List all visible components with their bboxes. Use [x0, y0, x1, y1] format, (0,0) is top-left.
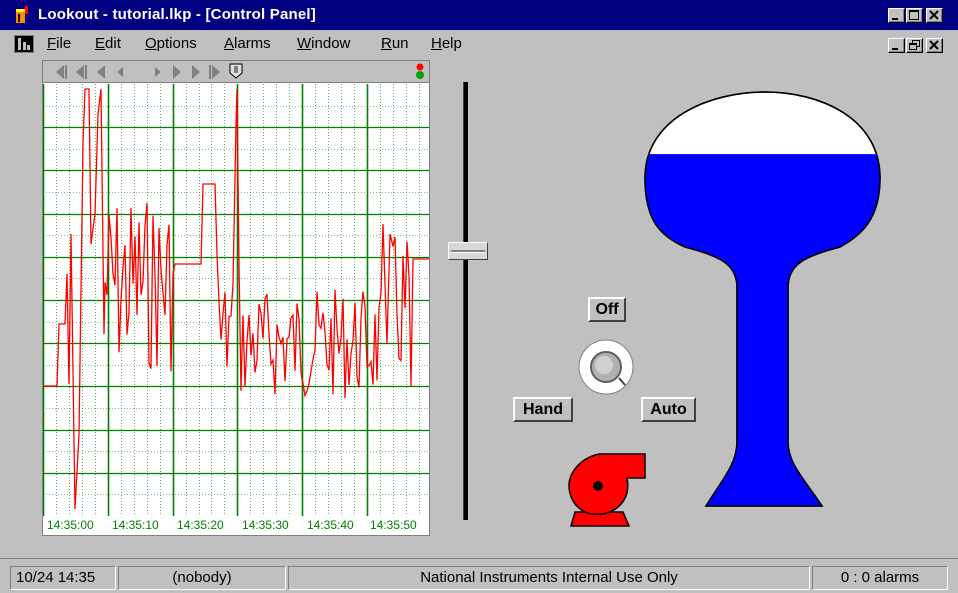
status-user: (nobody): [118, 566, 286, 590]
menu-options[interactable]: Options: [145, 35, 197, 52]
menu-run[interactable]: Run: [381, 35, 409, 52]
trend-toolbar: [43, 61, 429, 83]
tank-water-level: [645, 154, 880, 506]
nudge-back-icon[interactable]: [113, 65, 127, 79]
child-close-button[interactable]: [926, 38, 943, 53]
time-axis-label: 14:35:40: [307, 518, 354, 532]
window-title: Lookout - tutorial.lkp - [Control Panel]: [38, 6, 316, 23]
menu-bar: [0, 33, 958, 55]
nudge-forward-icon[interactable]: [151, 65, 165, 79]
setpoint-slider-track[interactable]: [463, 82, 468, 520]
status-message: National Instruments Internal Use Only: [288, 566, 810, 590]
step-back-icon[interactable]: [95, 65, 109, 79]
status-alarms[interactable]: 0 : 0 alarms: [812, 566, 948, 590]
close-icon: [929, 10, 939, 20]
time-axis-label: 14:35:10: [112, 518, 159, 532]
status-datetime: 10/24 14:35: [10, 566, 116, 590]
water-tank[interactable]: [640, 78, 890, 508]
maximize-icon: [909, 10, 919, 20]
document-icon[interactable]: [14, 35, 34, 53]
restore-icon: [909, 40, 920, 50]
scroll-end-icon[interactable]: [207, 65, 221, 79]
scroll-start-icon[interactable]: [55, 65, 69, 79]
control-panel-icon: [18, 38, 30, 50]
minimize-icon: [892, 18, 898, 20]
menu-file[interactable]: File: [47, 35, 71, 52]
time-axis-label: 14:35:20: [177, 518, 224, 532]
trend-signal-line: [43, 88, 429, 510]
child-restore-button[interactable]: [906, 38, 923, 53]
time-axis-label: 14:35:00: [47, 518, 94, 532]
cursor-marker-icon[interactable]: [229, 63, 243, 79]
pump-icon[interactable]: [563, 450, 647, 530]
setpoint-slider-thumb[interactable]: [448, 241, 488, 260]
close-button[interactable]: [926, 8, 943, 23]
trend-plot-area[interactable]: [43, 84, 429, 516]
traffic-light-icon: [416, 63, 424, 79]
minimize-icon: [892, 48, 898, 50]
page-forward-icon[interactable]: [188, 65, 202, 79]
page-back-icon[interactable]: [75, 65, 89, 79]
minimize-button[interactable]: [888, 8, 905, 23]
menu-window[interactable]: Window: [297, 35, 350, 52]
menu-help[interactable]: Help: [431, 35, 462, 52]
time-axis-label: 14:35:30: [242, 518, 289, 532]
off-button[interactable]: Off: [588, 297, 626, 322]
step-forward-icon[interactable]: [169, 65, 183, 79]
maximize-button[interactable]: [906, 8, 923, 23]
close-icon: [929, 40, 939, 50]
hypertrend-display[interactable]: 14:35:00 14:35:10 14:35:20 14:35:30 14:3…: [42, 60, 430, 536]
menu-alarms[interactable]: Alarms: [224, 35, 271, 52]
mode-selector-knob[interactable]: [575, 338, 639, 396]
child-minimize-button[interactable]: [888, 38, 905, 53]
panel-divider: [0, 558, 958, 559]
menu-edit[interactable]: Edit: [95, 35, 121, 52]
lookout-app-icon[interactable]: [14, 6, 30, 24]
title-bar[interactable]: Lookout - tutorial.lkp - [Control Panel]: [0, 0, 958, 30]
time-axis-label: 14:35:50: [370, 518, 417, 532]
hand-button[interactable]: Hand: [513, 397, 573, 422]
